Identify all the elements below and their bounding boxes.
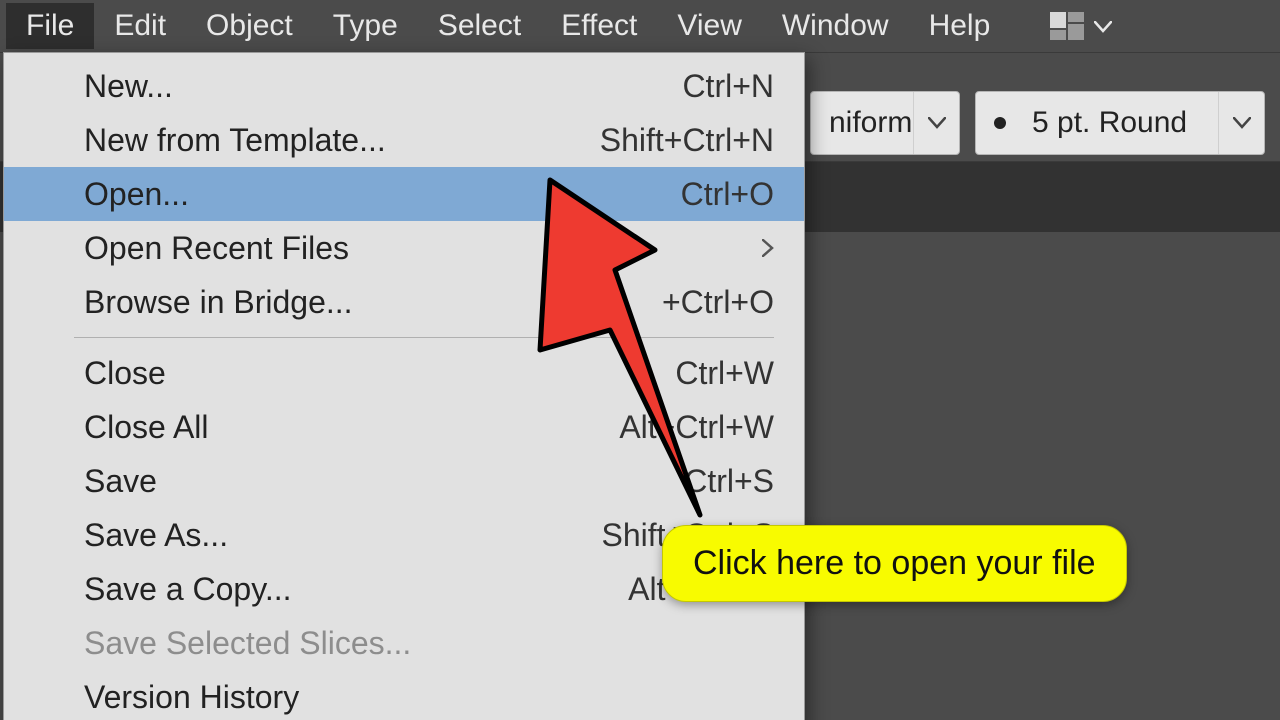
menu-label: Version History: [84, 679, 774, 716]
menu-item-save-slices: Save Selected Slices...: [4, 616, 804, 670]
menu-item-open[interactable]: Open... Ctrl+O: [4, 167, 804, 221]
menu-label: Save: [84, 463, 684, 500]
menu-edit[interactable]: Edit: [94, 3, 186, 49]
annotation-callout-text: Click here to open your file: [693, 544, 1096, 582]
brush-label: 5 pt. Round: [1014, 106, 1218, 140]
menu-view[interactable]: View: [657, 3, 761, 49]
chevron-down-icon: [1094, 12, 1112, 40]
menu-item-new-template[interactable]: New from Template... Shift+Ctrl+N: [4, 113, 804, 167]
menu-label: Close: [84, 355, 675, 392]
menu-select[interactable]: Select: [418, 3, 541, 49]
menu-window[interactable]: Window: [762, 3, 909, 49]
menu-shortcut: Ctrl+O: [681, 176, 774, 213]
menu-effect[interactable]: Effect: [541, 3, 657, 49]
workspace-switcher[interactable]: [1050, 12, 1112, 40]
menu-shortcut: Ctrl+S: [684, 463, 774, 500]
menu-label: Browse in Bridge...: [84, 284, 662, 321]
menu-item-browse-bridge[interactable]: Browse in Bridge... +Ctrl+O: [4, 275, 804, 329]
chevron-down-icon: [913, 92, 959, 154]
menu-label: Save As...: [84, 517, 601, 554]
menu-label: New...: [84, 68, 682, 105]
menu-label: Close All: [84, 409, 619, 446]
menu-item-new[interactable]: New... Ctrl+N: [4, 59, 804, 113]
menu-shortcut: Shift+Ctrl+N: [600, 122, 774, 159]
menu-file[interactable]: File: [6, 3, 94, 49]
menu-type[interactable]: Type: [313, 3, 418, 49]
workspace-icon: [1050, 12, 1084, 40]
menu-shortcut: +Ctrl+O: [662, 284, 774, 321]
brush-preview-icon: [994, 117, 1006, 129]
menu-help[interactable]: Help: [909, 3, 1011, 49]
menu-label: New from Template...: [84, 122, 600, 159]
annotation-callout: Click here to open your file: [662, 525, 1127, 602]
menu-shortcut: Ctrl+W: [675, 355, 774, 392]
menu-item-version-history[interactable]: Version History: [4, 670, 804, 720]
menu-label: Save a Copy...: [84, 571, 628, 608]
menu-item-close[interactable]: Close Ctrl+W: [4, 346, 804, 400]
brush-combo[interactable]: 5 pt. Round: [975, 91, 1265, 155]
menu-item-save[interactable]: Save Ctrl+S: [4, 454, 804, 508]
stroke-profile-label: niform: [811, 106, 913, 140]
file-dropdown: New... Ctrl+N New from Template... Shift…: [3, 52, 805, 720]
menu-object[interactable]: Object: [186, 3, 313, 49]
menubar: File Edit Object Type Select Effect View…: [0, 0, 1280, 52]
chevron-down-icon: [1218, 92, 1264, 154]
chevron-right-icon: [762, 233, 774, 264]
menu-item-open-recent[interactable]: Open Recent Files: [4, 221, 804, 275]
stroke-profile-combo[interactable]: niform: [810, 91, 960, 155]
menu-item-close-all[interactable]: Close All Alt+Ctrl+W: [4, 400, 804, 454]
menu-shortcut: Alt+Ctrl+W: [619, 409, 774, 446]
menu-separator: [74, 337, 774, 338]
menu-label: Open Recent Files: [84, 230, 762, 267]
menu-label: Open...: [84, 176, 681, 213]
menu-label: Save Selected Slices...: [84, 625, 774, 662]
menu-shortcut: Ctrl+N: [682, 68, 774, 105]
